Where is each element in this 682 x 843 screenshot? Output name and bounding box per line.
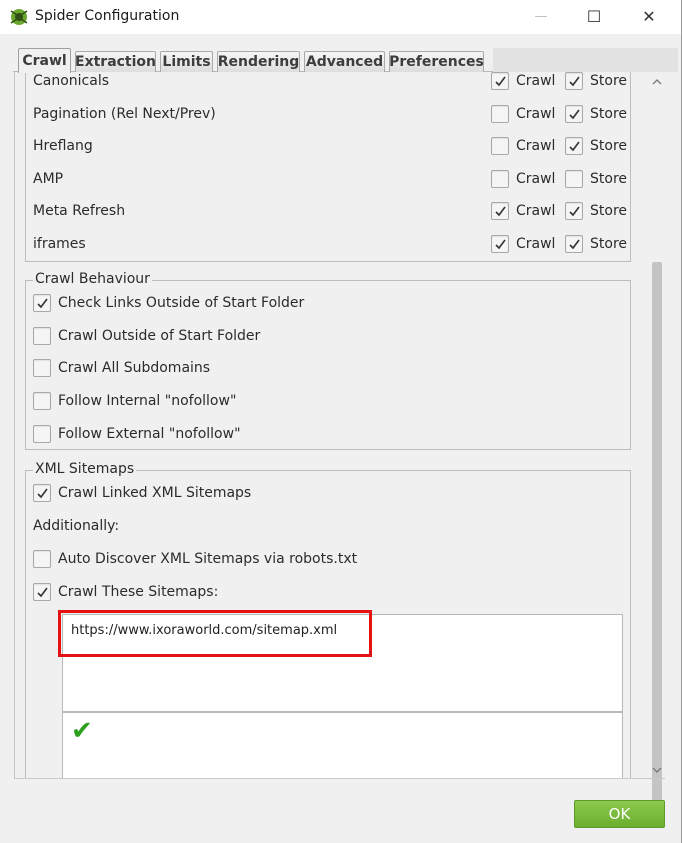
close-icon: ✕ [642,6,656,26]
scroll-thumb[interactable] [652,262,662,808]
canonicals-store-checkbox[interactable] [565,72,583,90]
crawl-these-sitemaps-checkbox[interactable] [33,583,51,601]
resource-links-group [25,72,631,262]
tab-crawl[interactable]: Crawl [18,48,71,73]
store-label: Store [590,138,628,154]
crawl-outside-folder-label: Crawl Outside of Start Folder [58,328,261,344]
store-label: Store [590,236,628,252]
crawl-outside-folder-checkbox[interactable] [33,327,51,345]
crawl-label: Crawl [516,138,556,154]
row-label-hreflang: Hreflang [33,138,93,154]
iframes-store-checkbox[interactable] [565,235,583,253]
chevron-up-icon [652,79,662,85]
checkmark-icon [568,76,580,86]
checkmark-icon [494,76,506,86]
xml-sitemaps-legend: XML Sitemaps [33,461,137,477]
crawl-all-subdomains-checkbox[interactable] [33,359,51,377]
sitemap-url-highlight-annotation [58,610,372,657]
tab-label: Rendering [217,54,300,70]
auto-discover-sitemaps-label: Auto Discover XML Sitemaps via robots.tx… [58,551,358,567]
check-links-outside-checkbox[interactable] [33,294,51,312]
follow-external-nofollow-checkbox[interactable] [33,425,51,443]
checkmark-icon [36,298,48,308]
valid-checkmark-icon: ✔ [71,716,93,746]
hreflang-crawl-checkbox[interactable] [491,137,509,155]
content-scrollbar[interactable] [649,72,665,808]
store-label: Store [590,171,628,187]
ok-button[interactable]: OK [574,800,665,828]
sitemap-validation-panel: ✔ [62,712,623,778]
pagination-store-checkbox[interactable] [565,105,583,123]
auto-discover-sitemaps-checkbox[interactable] [33,550,51,568]
amp-crawl-checkbox[interactable] [491,170,509,188]
store-label: Store [590,203,628,219]
crawl-label: Crawl [516,106,556,122]
checkmark-icon [36,488,48,498]
follow-internal-nofollow-checkbox[interactable] [33,392,51,410]
tab-limits[interactable]: Limits [160,51,213,72]
crawl-linked-sitemaps-label: Crawl Linked XML Sitemaps [58,485,252,501]
amp-store-checkbox[interactable] [565,170,583,188]
row-label-iframes: iframes [33,236,86,252]
meta-refresh-crawl-checkbox[interactable] [491,202,509,220]
checkmark-icon [568,109,580,119]
scroll-down-button[interactable] [651,764,663,776]
window-title: Spider Configuration [35,8,180,24]
row-label-amp: AMP [33,171,64,187]
crawl-label: Crawl [516,73,556,89]
tab-advanced[interactable]: Advanced [304,51,385,72]
tab-extraction[interactable]: Extraction [75,51,156,72]
crawl-label: Crawl [516,171,556,187]
checkmark-icon [494,206,506,216]
spider-app-icon [10,9,28,25]
tab-label: Advanced [305,54,384,70]
follow-external-nofollow-label: Follow External "nofollow" [58,426,241,442]
tab-bar: Crawl Extraction Limits Rendering Advanc… [13,46,678,73]
iframes-crawl-checkbox[interactable] [491,235,509,253]
minimize-button[interactable]: — [518,0,564,32]
crawl-linked-sitemaps-checkbox[interactable] [33,484,51,502]
row-label-meta-refresh: Meta Refresh [33,203,126,219]
ok-button-label: OK [608,805,631,823]
spider-configuration-window: Spider Configuration — ☐ ✕ Crawl Extract… [0,0,682,843]
tab-bar-background [493,48,678,72]
tab-label: Preferences [389,54,484,70]
meta-refresh-store-checkbox[interactable] [565,202,583,220]
chevron-down-icon [652,767,662,773]
row-label-canonicals: Canonicals [33,73,110,89]
scroll-up-button[interactable] [651,76,663,88]
crawl-label: Crawl [516,203,556,219]
checkmark-icon [494,239,506,249]
maximize-button[interactable]: ☐ [571,0,617,32]
crawl-these-sitemaps-label: Crawl These Sitemaps: [58,584,219,600]
tab-label: Crawl [22,53,67,69]
hreflang-store-checkbox[interactable] [565,137,583,155]
follow-internal-nofollow-label: Follow Internal "nofollow" [58,393,237,409]
crawl-tab-content: Canonicals Crawl Store Pagination (Rel N… [14,72,664,778]
tab-rendering[interactable]: Rendering [217,51,300,72]
crawl-all-subdomains-label: Crawl All Subdomains [58,360,211,376]
tab-label: Limits [162,54,211,70]
tab-preferences[interactable]: Preferences [389,51,484,72]
check-links-outside-label: Check Links Outside of Start Folder [58,295,305,311]
checkmark-icon [36,587,48,597]
content-bottom-border [14,778,665,779]
store-label: Store [590,73,628,89]
crawl-behaviour-legend: Crawl Behaviour [33,271,152,287]
checkmark-icon [568,239,580,249]
store-label: Store [590,106,628,122]
additionally-label: Additionally: [33,518,120,534]
title-bar[interactable]: Spider Configuration — ☐ ✕ [0,0,681,34]
minimize-icon: — [534,8,548,24]
checkmark-icon [568,206,580,216]
canonicals-crawl-checkbox[interactable] [491,72,509,90]
row-label-pagination: Pagination (Rel Next/Prev) [33,106,216,122]
pagination-crawl-checkbox[interactable] [491,105,509,123]
tab-label: Extraction [75,54,157,70]
maximize-icon: ☐ [586,6,602,26]
crawl-label: Crawl [516,236,556,252]
checkmark-icon [568,141,580,151]
close-button[interactable]: ✕ [626,0,672,32]
